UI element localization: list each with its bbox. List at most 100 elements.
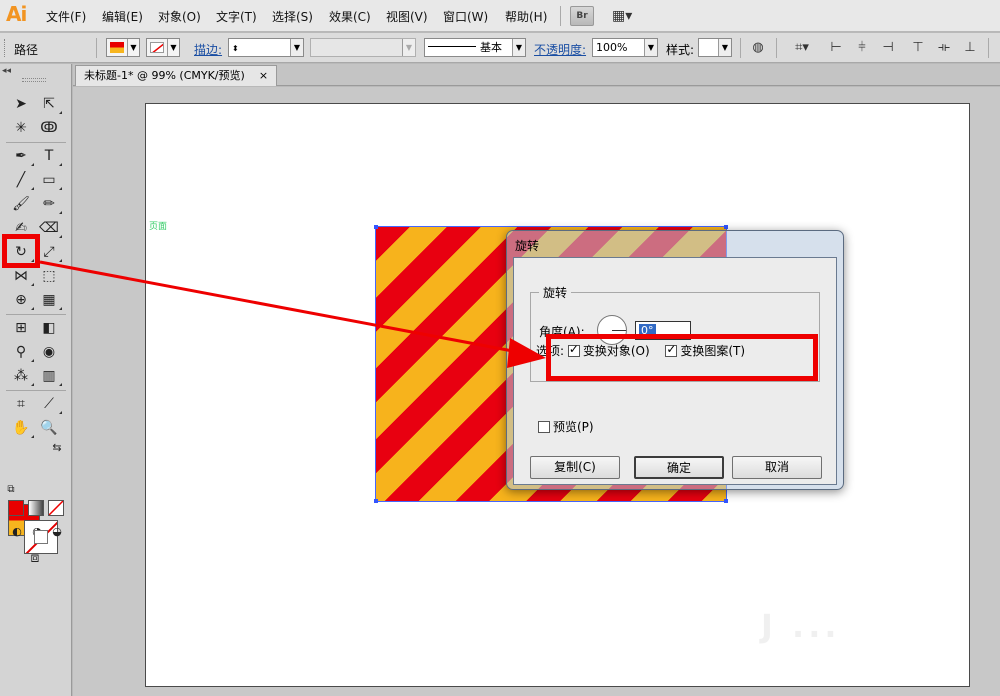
align-left-icon[interactable]: ⊢	[828, 40, 844, 56]
paintbrush-tool-icon[interactable]: 🖌	[10, 194, 32, 214]
swap-fill-stroke-icon[interactable]: ⇆	[46, 438, 68, 458]
menu-effect[interactable]: 效果(C)	[329, 8, 371, 25]
no-stroke-swatch	[150, 42, 164, 53]
stroke-inner	[34, 530, 48, 544]
variable-width-profile-field[interactable]: ▼	[310, 38, 416, 57]
lasso-tool-icon[interactable]: ↂ	[38, 118, 60, 138]
preview-label[interactable]: 预览(P)	[553, 420, 594, 434]
preview-row: 预览(P)	[538, 418, 594, 435]
tools-panel: ◂◂ ➤ ⇱ ✳ ↂ ✒ T ╱ ▭ 🖌 ✏ ✍ ⌫ ↻ ⤢ ⋈ ⬚ ⊕ ▦ ⊞…	[0, 64, 72, 696]
symbol-sprayer-tool-icon[interactable]: ⁂	[10, 366, 34, 386]
close-icon[interactable]: ×	[259, 69, 268, 82]
mesh-tool-icon[interactable]: ⊞	[10, 318, 32, 338]
magic-wand-tool-icon[interactable]: ✳	[10, 118, 32, 138]
divider	[740, 38, 741, 58]
type-tool-icon[interactable]: T	[38, 146, 62, 166]
style-label: 样式:	[666, 43, 695, 57]
options-highlight	[546, 334, 818, 381]
document-tab[interactable]: 未标题-1* @ 99% (CMYK/预览) ×	[75, 65, 278, 86]
stroke-link[interactable]: 描边:	[194, 41, 222, 58]
transform-reference-icon[interactable]: ⌗▾	[790, 40, 814, 56]
divider	[6, 390, 66, 391]
align-top-icon[interactable]: ⊤	[910, 40, 926, 56]
artboard-tool-icon[interactable]: ⌗	[10, 394, 32, 414]
color-mode-button[interactable]	[8, 500, 24, 516]
copy-button[interactable]: 复制(C)	[530, 456, 620, 479]
divider	[96, 38, 97, 58]
menu-object[interactable]: 对象(O)	[158, 8, 201, 25]
shape-builder-tool-icon[interactable]: ⊕	[10, 290, 34, 310]
scale-tool-icon[interactable]: ⤢	[38, 242, 62, 262]
menu-edit[interactable]: 编辑(E)	[102, 8, 143, 25]
align-horizontal-center-icon[interactable]: ⫩	[854, 40, 870, 56]
align-right-icon[interactable]: ⊣	[880, 40, 896, 56]
menu-type[interactable]: 文字(T)	[216, 8, 257, 25]
none-mode-button[interactable]	[48, 500, 64, 516]
draw-inside-icon[interactable]: ◒	[46, 522, 68, 542]
selection-handle[interactable]	[724, 225, 728, 229]
default-fill-stroke-icon[interactable]: ⧉	[0, 480, 22, 500]
perspective-grid-tool-icon[interactable]: ▦	[38, 290, 62, 310]
divider	[6, 314, 66, 315]
slash-icon	[49, 501, 63, 515]
panel-grip[interactable]	[22, 78, 46, 82]
preview-checkbox[interactable]	[538, 421, 550, 433]
slice-tool-icon[interactable]: ⟋	[38, 394, 62, 414]
selection-handle[interactable]	[724, 499, 728, 503]
menu-file[interactable]: 文件(F)	[46, 8, 86, 25]
opacity-value: 100%	[596, 41, 628, 54]
direct-selection-tool-icon[interactable]: ⇱	[38, 94, 62, 114]
stroke-style-value: 基本	[480, 41, 502, 54]
menu-window[interactable]: 窗口(W)	[443, 8, 488, 25]
divider	[988, 38, 989, 58]
menu-view[interactable]: 视图(V)	[386, 8, 428, 25]
eyedropper-tool-icon[interactable]: ⚲	[10, 342, 34, 362]
hand-tool-icon[interactable]: ✋	[10, 418, 34, 438]
cancel-button[interactable]: 取消	[732, 456, 822, 479]
blend-tool-icon[interactable]: ◉	[38, 342, 60, 362]
workspace-switcher-icon[interactable]: ▦▾	[612, 6, 642, 26]
width-tool-icon[interactable]: ⋈	[10, 266, 34, 286]
screen-mode-icon[interactable]: ⧈	[24, 548, 46, 568]
slash-icon	[152, 43, 163, 52]
menu-select[interactable]: 选择(S)	[272, 8, 313, 25]
line-tool-icon[interactable]: ╱	[10, 170, 34, 190]
group-title: 旋转	[539, 284, 572, 301]
graphic-style-picker[interactable]: ▼	[698, 38, 732, 57]
document-tab-bar: 未标题-1* @ 99% (CMYK/预览) ×	[73, 64, 1000, 86]
opacity-field[interactable]: 100% ▼	[592, 38, 658, 57]
selection-handle[interactable]	[374, 225, 378, 229]
recolor-artwork-icon[interactable]: ◍	[750, 40, 766, 56]
draw-normal-icon[interactable]: ◐	[6, 522, 28, 542]
chevron-down-icon: ▼	[512, 39, 525, 56]
watermark: J ...	[761, 607, 841, 645]
pen-tool-icon[interactable]: ✒	[10, 146, 34, 166]
menu-help[interactable]: 帮助(H)	[505, 8, 547, 25]
column-graph-tool-icon[interactable]: ▥	[38, 366, 62, 386]
selection-type-label: 路径	[14, 43, 39, 57]
opacity-link[interactable]: 不透明度:	[534, 41, 586, 58]
eraser-tool-icon[interactable]: ⌫	[38, 218, 62, 238]
gradient-mode-button[interactable]	[28, 500, 44, 516]
bridge-button[interactable]: Br	[570, 6, 594, 26]
gradient-tool-icon[interactable]: ◧	[38, 318, 60, 338]
zoom-tool-icon[interactable]: 🔍	[38, 418, 60, 438]
dialog-title: 旋转	[515, 239, 540, 253]
rectangle-tool-icon[interactable]: ▭	[38, 170, 62, 190]
ok-button[interactable]: 确定	[634, 456, 724, 479]
stroke-weight-field[interactable]: ⬍ ▼	[228, 38, 304, 57]
stroke-color-picker[interactable]: ▼	[146, 38, 180, 57]
fill-color-picker[interactable]: ▼	[106, 38, 140, 57]
free-transform-tool-icon[interactable]: ⬚	[38, 266, 60, 286]
pencil-tool-icon[interactable]: ✏	[38, 194, 62, 214]
panel-grip[interactable]	[4, 39, 7, 57]
align-bottom-icon[interactable]: ⊥	[962, 40, 978, 56]
brush-definition-field[interactable]: 基本 ▼	[424, 38, 526, 57]
selection-tool-icon[interactable]: ➤	[10, 94, 32, 114]
chevron-down-icon: ▼	[127, 39, 139, 56]
fill-preview-swatch	[110, 42, 124, 53]
stepper-icon[interactable]: ⬍	[232, 44, 239, 53]
align-vertical-center-icon[interactable]: ⟛	[936, 40, 952, 56]
collapse-panel-icon[interactable]: ◂◂	[2, 66, 11, 76]
selection-handle[interactable]	[374, 499, 378, 503]
